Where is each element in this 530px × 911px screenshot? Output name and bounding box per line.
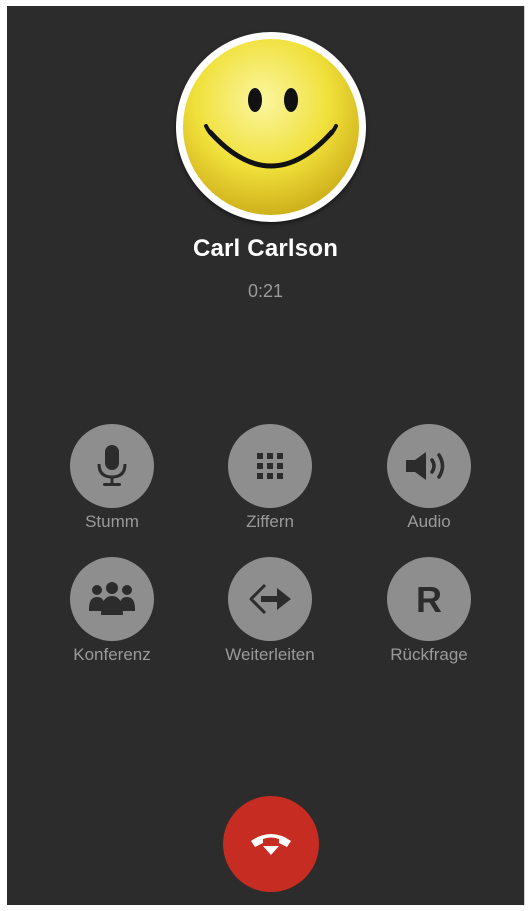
mute-label: Stumm xyxy=(85,512,139,531)
keypad-icon xyxy=(257,453,283,479)
consultation-button[interactable]: R Rückfrage xyxy=(364,557,494,665)
microphone-icon xyxy=(97,445,127,486)
speaker-icon xyxy=(406,452,445,480)
keypad-button[interactable]: Ziffern xyxy=(205,424,335,532)
audio-label: Audio xyxy=(407,512,451,531)
consultation-r-icon: R xyxy=(416,579,442,619)
caller-avatar xyxy=(176,32,366,222)
transfer-icon xyxy=(249,583,291,615)
caller-name: Carl Carlson xyxy=(192,235,339,262)
conference-button[interactable]: Konferenz xyxy=(47,557,177,665)
mute-button[interactable]: Stumm xyxy=(47,424,177,532)
transfer-button[interactable]: Weiterleiten xyxy=(205,557,335,665)
svg-text:R: R xyxy=(416,579,442,619)
transfer-label: Weiterleiten xyxy=(225,645,315,664)
end-call-icon xyxy=(251,834,291,855)
call-screen: Carl Carlson 0:21 Stumm Ziffern Audio Ko… xyxy=(7,6,525,905)
conference-label: Konferenz xyxy=(73,645,151,664)
keypad-label: Ziffern xyxy=(246,512,294,531)
end-call-button[interactable] xyxy=(223,796,319,892)
conference-icon xyxy=(89,582,135,615)
call-duration: 0:21 xyxy=(247,281,284,301)
audio-button[interactable]: Audio xyxy=(364,424,494,532)
consultation-label: Rückfrage xyxy=(390,645,468,664)
smiley-face-icon xyxy=(183,39,359,215)
